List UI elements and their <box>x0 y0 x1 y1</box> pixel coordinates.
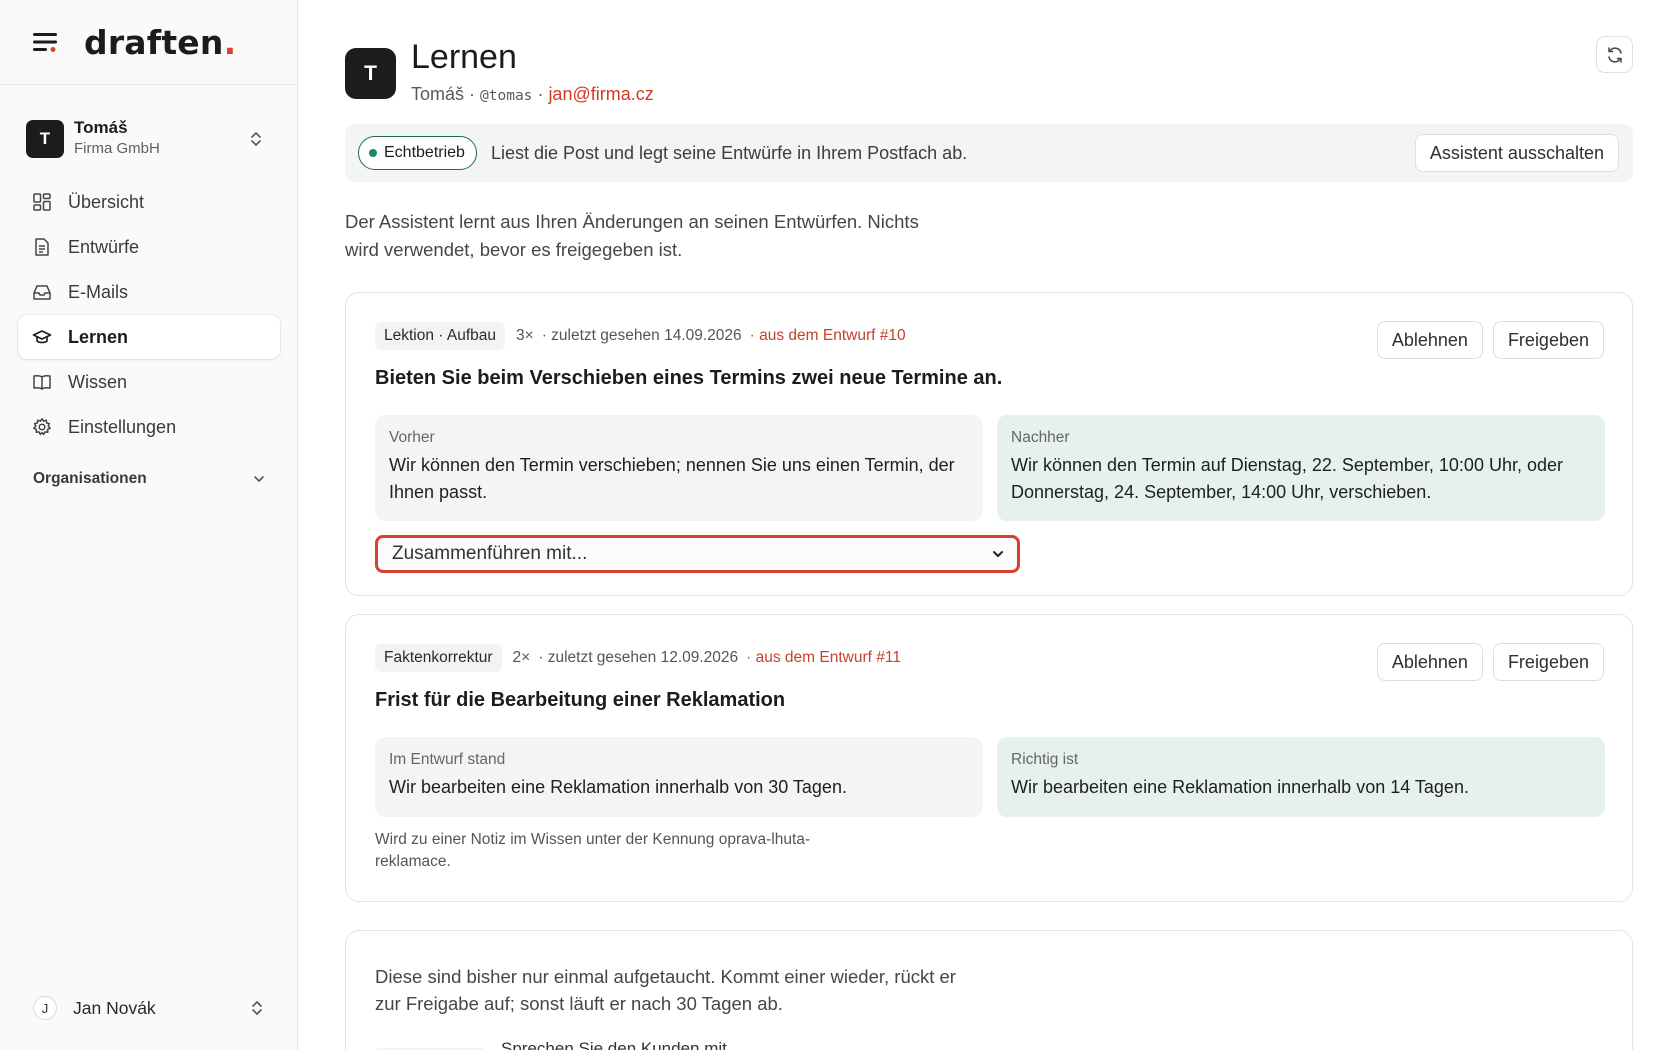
merge-select-value: Zusammenführen mit... <box>392 543 588 564</box>
sidebar-item-emails[interactable]: E-Mails <box>18 270 280 314</box>
card-title: Bieten Sie beim Verschieben eines Termin… <box>375 367 1003 389</box>
knowledge-note: Wird zu einer Notiz im Wissen unter der … <box>375 831 811 870</box>
grid-icon <box>33 193 51 211</box>
subtitle-email-link[interactable]: jan@firma.cz <box>548 84 653 104</box>
document-icon <box>35 238 49 256</box>
after-box: Nachher Wir können den Termin auf Dienst… <box>997 415 1605 521</box>
sidebar-item-entwuerfe[interactable]: Entwürfe <box>18 225 280 269</box>
sidebar-item-lernen[interactable]: Lernen <box>18 315 280 359</box>
card-count: 2× <box>512 649 531 666</box>
card-last-seen: · zuletzt gesehen 14.09.2026 <box>541 327 742 344</box>
card-last-seen: · zuletzt gesehen 12.09.2026 <box>538 649 739 666</box>
after-box: Richtig ist Wir bearbeiten eine Reklamat… <box>997 737 1605 817</box>
pending-item-title: Sprechen Sie den Kunden mit <box>501 1039 727 1050</box>
reject-button[interactable]: Ablehnen <box>1376 321 1483 359</box>
approve-button[interactable]: Freigeben <box>1492 321 1604 359</box>
before-box: Vorher Wir können den Termin verschieben… <box>375 415 983 521</box>
before-text: Wir bearbeiten eine Reklamation innerhal… <box>389 777 847 797</box>
card-source-link[interactable]: · aus dem Entwurf #11 <box>746 649 901 667</box>
after-text: Wir bearbeiten eine Reklamation innerhal… <box>1011 777 1469 797</box>
page-subtitle: Tomáš · @tomas · jan@firma.cz <box>411 84 654 104</box>
book-icon <box>33 374 51 390</box>
before-text: Wir können den Termin verschieben; nenne… <box>389 455 955 502</box>
card-tag: Lektion · Aufbau <box>375 322 506 350</box>
after-label: Richtig ist <box>1011 751 1079 768</box>
main-content: T Lernen Tomáš · @tomas · jan@firma.cz E… <box>298 0 1680 1050</box>
refresh-button[interactable] <box>1596 36 1633 73</box>
avatar: J <box>33 996 57 1020</box>
sidebar-item-label: Lernen <box>68 326 129 347</box>
chevron-down-icon <box>993 551 1003 557</box>
pending-text: Diese sind bisher nur einmal aufgetaucht… <box>375 966 956 1014</box>
card-count: 3× <box>516 327 534 344</box>
graduation-cap-icon <box>32 330 52 344</box>
inbox-icon <box>33 285 51 300</box>
status-bar: Echtbetrieb Liest die Post und legt sein… <box>345 124 1633 182</box>
after-text: Wir können den Termin auf Dienstag, 22. … <box>1011 455 1563 502</box>
sidebar-item-wissen[interactable]: Wissen <box>18 360 280 404</box>
sidebar: draften. T Tomáš Firma GmbH Übersicht En… <box>0 0 298 1050</box>
page-title: Lernen <box>411 38 517 76</box>
sidebar-item-label: Einstellungen <box>68 416 177 437</box>
after-label: Nachher <box>1011 429 1070 446</box>
sidebar-item-label: Übersicht <box>68 191 145 212</box>
card-tag: Faktenkorrektur <box>375 644 502 672</box>
user-menu[interactable]: J Jan Novák <box>33 994 267 1022</box>
lesson-card: Lektion · Aufbau 3× · zuletzt gesehen 14… <box>345 292 1633 596</box>
user-name: Jan Novák <box>73 997 156 1018</box>
before-label: Vorher <box>389 429 435 446</box>
refresh-icon <box>1607 46 1622 63</box>
pending-card: Diese sind bisher nur einmal aufgetaucht… <box>345 930 1633 1050</box>
chevron-up-down-icon <box>251 132 261 146</box>
gear-icon <box>33 418 51 436</box>
card-meta: Faktenkorrektur 2× · zuletzt gesehen 12.… <box>375 643 901 673</box>
merge-select[interactable]: Zusammenführen mit... <box>375 535 1020 573</box>
chevron-down-icon <box>254 476 264 482</box>
sidebar-item-label: Entwürfe <box>68 236 140 257</box>
subtitle-handle: @tomas <box>480 88 533 104</box>
subtitle-name: Tomáš <box>411 84 465 104</box>
organisations-toggle[interactable]: Organisationen <box>33 468 267 490</box>
account-name: Tomáš <box>74 118 128 137</box>
sidebar-item-uebersicht[interactable]: Übersicht <box>18 180 280 224</box>
live-dot-icon <box>369 149 377 157</box>
sidebar-item-einstellungen[interactable]: Einstellungen <box>18 405 280 449</box>
account-org: Firma GmbH <box>74 140 160 157</box>
chevron-up-down-icon <box>252 1001 262 1015</box>
card-meta: Lektion · Aufbau 3× · zuletzt gesehen 14… <box>375 321 906 351</box>
before-box: Im Entwurf stand Wir bearbeiten eine Rek… <box>375 737 983 817</box>
status-badge: Echtbetrieb <box>358 136 477 170</box>
organisations-label: Organisationen <box>33 470 147 487</box>
approve-button[interactable]: Freigeben <box>1492 643 1604 681</box>
card-actions: Ablehnen Freigeben <box>1376 321 1604 359</box>
menu-icon[interactable] <box>32 27 62 57</box>
fact-correction-card: Faktenkorrektur 2× · zuletzt gesehen 12.… <box>345 614 1633 902</box>
account-avatar: T <box>26 120 64 158</box>
page-avatar: T <box>345 48 396 99</box>
sidebar-item-label: Wissen <box>68 371 128 392</box>
status-text: Liest die Post und legt seine Entwürfe i… <box>490 142 968 163</box>
card-title: Frist für die Bearbeitung einer Reklamat… <box>375 689 786 711</box>
sidebar-nav: Übersicht Entwürfe E-Mails Lernen Wissen <box>18 180 280 450</box>
account-switcher[interactable]: T Tomáš Firma GmbH <box>26 116 276 162</box>
card-actions: Ablehnen Freigeben <box>1376 643 1604 681</box>
sidebar-header: draften. <box>0 0 297 85</box>
before-label: Im Entwurf stand <box>389 751 506 768</box>
disable-assistant-button[interactable]: Assistent ausschalten <box>1414 134 1619 172</box>
card-source-link[interactable]: · aus dem Entwurf #10 <box>750 327 906 345</box>
sidebar-item-label: E-Mails <box>68 281 129 302</box>
reject-button[interactable]: Ablehnen <box>1376 643 1483 681</box>
app-logo[interactable]: draften. <box>84 23 236 62</box>
intro-text: Der Assistent lernt aus Ihren Änderungen… <box>345 211 919 260</box>
